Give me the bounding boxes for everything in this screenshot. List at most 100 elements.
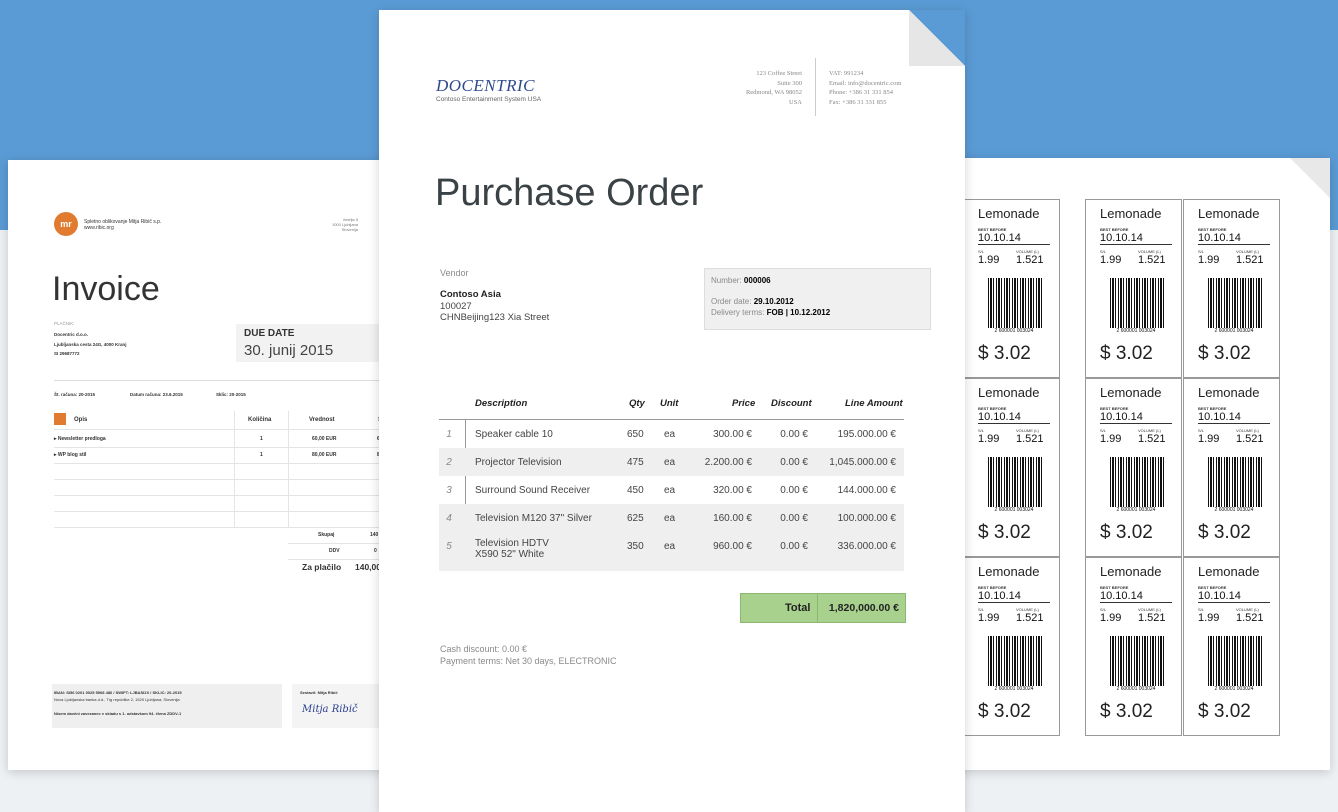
label-volume-value: 1.521 <box>1016 254 1044 266</box>
invoice-company-web: www.ribic.org <box>84 225 114 231</box>
po-line-price: 960.00 € <box>713 541 752 552</box>
label-product-name: Lemonade <box>978 564 1040 579</box>
label-sl-value: 1.99 <box>978 433 1000 445</box>
po-th-unit: Unit <box>660 398 679 409</box>
price-label: LemonadeBEST BEFORE10.10.14S/LVOLUME (L)… <box>963 557 1060 736</box>
invoice-sum-label: DDV <box>329 548 340 554</box>
table-row <box>54 479 384 496</box>
po-line-no: 1 <box>446 429 452 440</box>
po-total-value: 1,820,000.00 € <box>828 602 899 614</box>
price-label: LemonadeBEST BEFORE10.10.14S/LVOLUME (L)… <box>1183 378 1280 557</box>
label-sl-value: 1.99 <box>1100 254 1122 266</box>
price-label: LemonadeBEST BEFORE10.10.14S/LVOLUME (L)… <box>1085 557 1182 736</box>
label-price: $ 3.02 <box>1100 522 1153 543</box>
invoice-col-line <box>234 411 235 527</box>
barcode-icon <box>1208 636 1264 686</box>
po-line-unit: ea <box>664 485 676 496</box>
barcode-icon <box>988 457 1044 507</box>
label-barcode-number: 2 600001 003024 <box>994 507 1034 513</box>
label-barcode-number: 2 600001 003024 <box>994 328 1034 334</box>
label-sl-value: 1.99 <box>978 254 1000 266</box>
invoice-payer-name: Docentric d.o.o. <box>54 332 89 337</box>
po-line-no: 4 <box>446 513 452 524</box>
invoice-row-qty: 1 <box>260 436 263 442</box>
po-order-date-value: 29.10.2012 <box>753 297 794 306</box>
invoice-footer-bank: Nova Ljubljanska banka d.d., Trg republi… <box>54 697 180 702</box>
table-row: 5 Television HDTV X590 52" White 350 ea … <box>439 532 904 571</box>
po-address-line: Suite 300 <box>777 79 802 87</box>
label-barcode-number: 2 600001 003024 <box>1116 328 1156 334</box>
po-delivery-line: Delivery terms: FOB | 10.12.2012 <box>711 308 830 317</box>
invoice-row-qty: 1 <box>260 452 263 458</box>
label-product-name: Lemonade <box>978 385 1040 400</box>
po-number-line: Number: 000006 <box>711 276 771 285</box>
invoice-due-box: DUE DATE 30. junij 2015 <box>236 324 386 362</box>
invoice-meta-number: Št. računa: 20-2015 <box>54 392 96 397</box>
label-price: $ 3.02 <box>1198 701 1251 722</box>
po-payment-terms: Payment terms: Net 30 days, ELECTRONIC <box>440 656 617 666</box>
po-order-date-line: Order date: 29.10.2012 <box>711 297 794 306</box>
po-th-qty: Qty <box>629 398 645 409</box>
po-line-discount: 0.00 € <box>780 485 808 496</box>
label-price: $ 3.02 <box>1100 701 1153 722</box>
invoice-divider <box>54 380 384 381</box>
invoice-meta-date: Datum računa: 23.6.2015 <box>130 392 183 397</box>
label-best-before-date: 10.10.14 <box>1198 411 1270 424</box>
label-product-name: Lemonade <box>1198 206 1260 221</box>
invoice-footer-tax: Nisem davčni zavezanec v skladu s 1. ods… <box>54 711 182 716</box>
po-th-line-amount: Line Amount <box>845 398 903 409</box>
po-line-amount: 100.000.00 € <box>837 513 896 524</box>
invoice-th-qty: Količina <box>248 417 272 423</box>
barcode-icon <box>988 636 1044 686</box>
label-price: $ 3.02 <box>978 522 1031 543</box>
label-best-before-date: 10.10.14 <box>978 590 1050 603</box>
invoice-signature: Mitja Ribič <box>302 704 358 715</box>
label-price: $ 3.02 <box>1198 522 1251 543</box>
po-number-label: Number: <box>711 276 742 285</box>
label-best-before-date: 10.10.14 <box>1100 411 1172 424</box>
barcode-icon <box>1110 636 1166 686</box>
table-row: ▸ WP blog stil 1 80,00 EUR 80 <box>54 447 384 464</box>
label-product-name: Lemonade <box>978 206 1040 221</box>
label-best-before-date: 10.10.14 <box>1100 590 1172 603</box>
invoice-sum-row: Skupaj 140 <box>288 527 384 544</box>
invoice-row-value: 80,00 EUR <box>312 452 337 458</box>
label-best-before-date: 10.10.14 <box>978 232 1050 245</box>
price-label: LemonadeBEST BEFORE10.10.14S/LVOLUME (L)… <box>963 378 1060 557</box>
label-price: $ 3.02 <box>978 343 1031 364</box>
po-line-discount: 0.00 € <box>780 457 808 468</box>
po-line-amount: 195.000.00 € <box>837 429 896 440</box>
label-price: $ 3.02 <box>1100 343 1153 364</box>
po-vendor-address: CHNBeijing123 Xia Street <box>440 312 550 323</box>
po-vendor-code: 100027 <box>440 301 472 312</box>
label-sheet: Lemonade BEST BEFORE 10.10.14 S/L VOLUME (L)… <box>930 158 1330 770</box>
table-row <box>54 463 384 480</box>
invoice-due-label: DUE DATE <box>244 328 295 339</box>
label-sl-value: 1.99 <box>1198 433 1220 445</box>
po-fold-flap <box>909 10 965 66</box>
table-row <box>54 495 384 512</box>
invoice-th-desc: Opis <box>74 417 88 423</box>
invoice-sum-value: 140 <box>370 532 379 538</box>
label-product-name: Lemonade <box>1198 385 1260 400</box>
invoice-table-header: Opis Količina Vrednost S <box>54 411 384 430</box>
label-product-name: Lemonade <box>1198 564 1260 579</box>
label-barcode-number: 2 600001 003024 <box>1214 507 1254 513</box>
po-line-price: 300.00 € <box>713 429 752 440</box>
invoice-payer-vat: SI 29687772 <box>54 351 80 356</box>
po-title: Purchase Order <box>435 172 704 214</box>
po-line-description: Speaker cable 10 <box>475 429 553 440</box>
po-line-discount: 0.00 € <box>780 541 808 552</box>
purchase-order-document: DOCENTRIC Contoso Entertainment System U… <box>379 10 965 812</box>
invoice-sum-row: DDV 0 <box>288 543 384 560</box>
po-line-unit: ea <box>664 429 676 440</box>
label-best-before-date: 10.10.14 <box>1198 590 1270 603</box>
label-best-before-date: 10.10.14 <box>1100 232 1172 245</box>
po-line-unit: ea <box>664 457 676 468</box>
po-info-box: Number: 000006 Order date: 29.10.2012 De… <box>704 268 931 330</box>
table-row <box>54 511 384 528</box>
label-volume-value: 1.521 <box>1138 433 1166 445</box>
invoice-row-desc: ▸ Newsletter predloga <box>54 436 106 442</box>
invoice-row-value: 60,00 EUR <box>312 436 337 442</box>
invoice-logo-icon: mr <box>54 212 78 236</box>
